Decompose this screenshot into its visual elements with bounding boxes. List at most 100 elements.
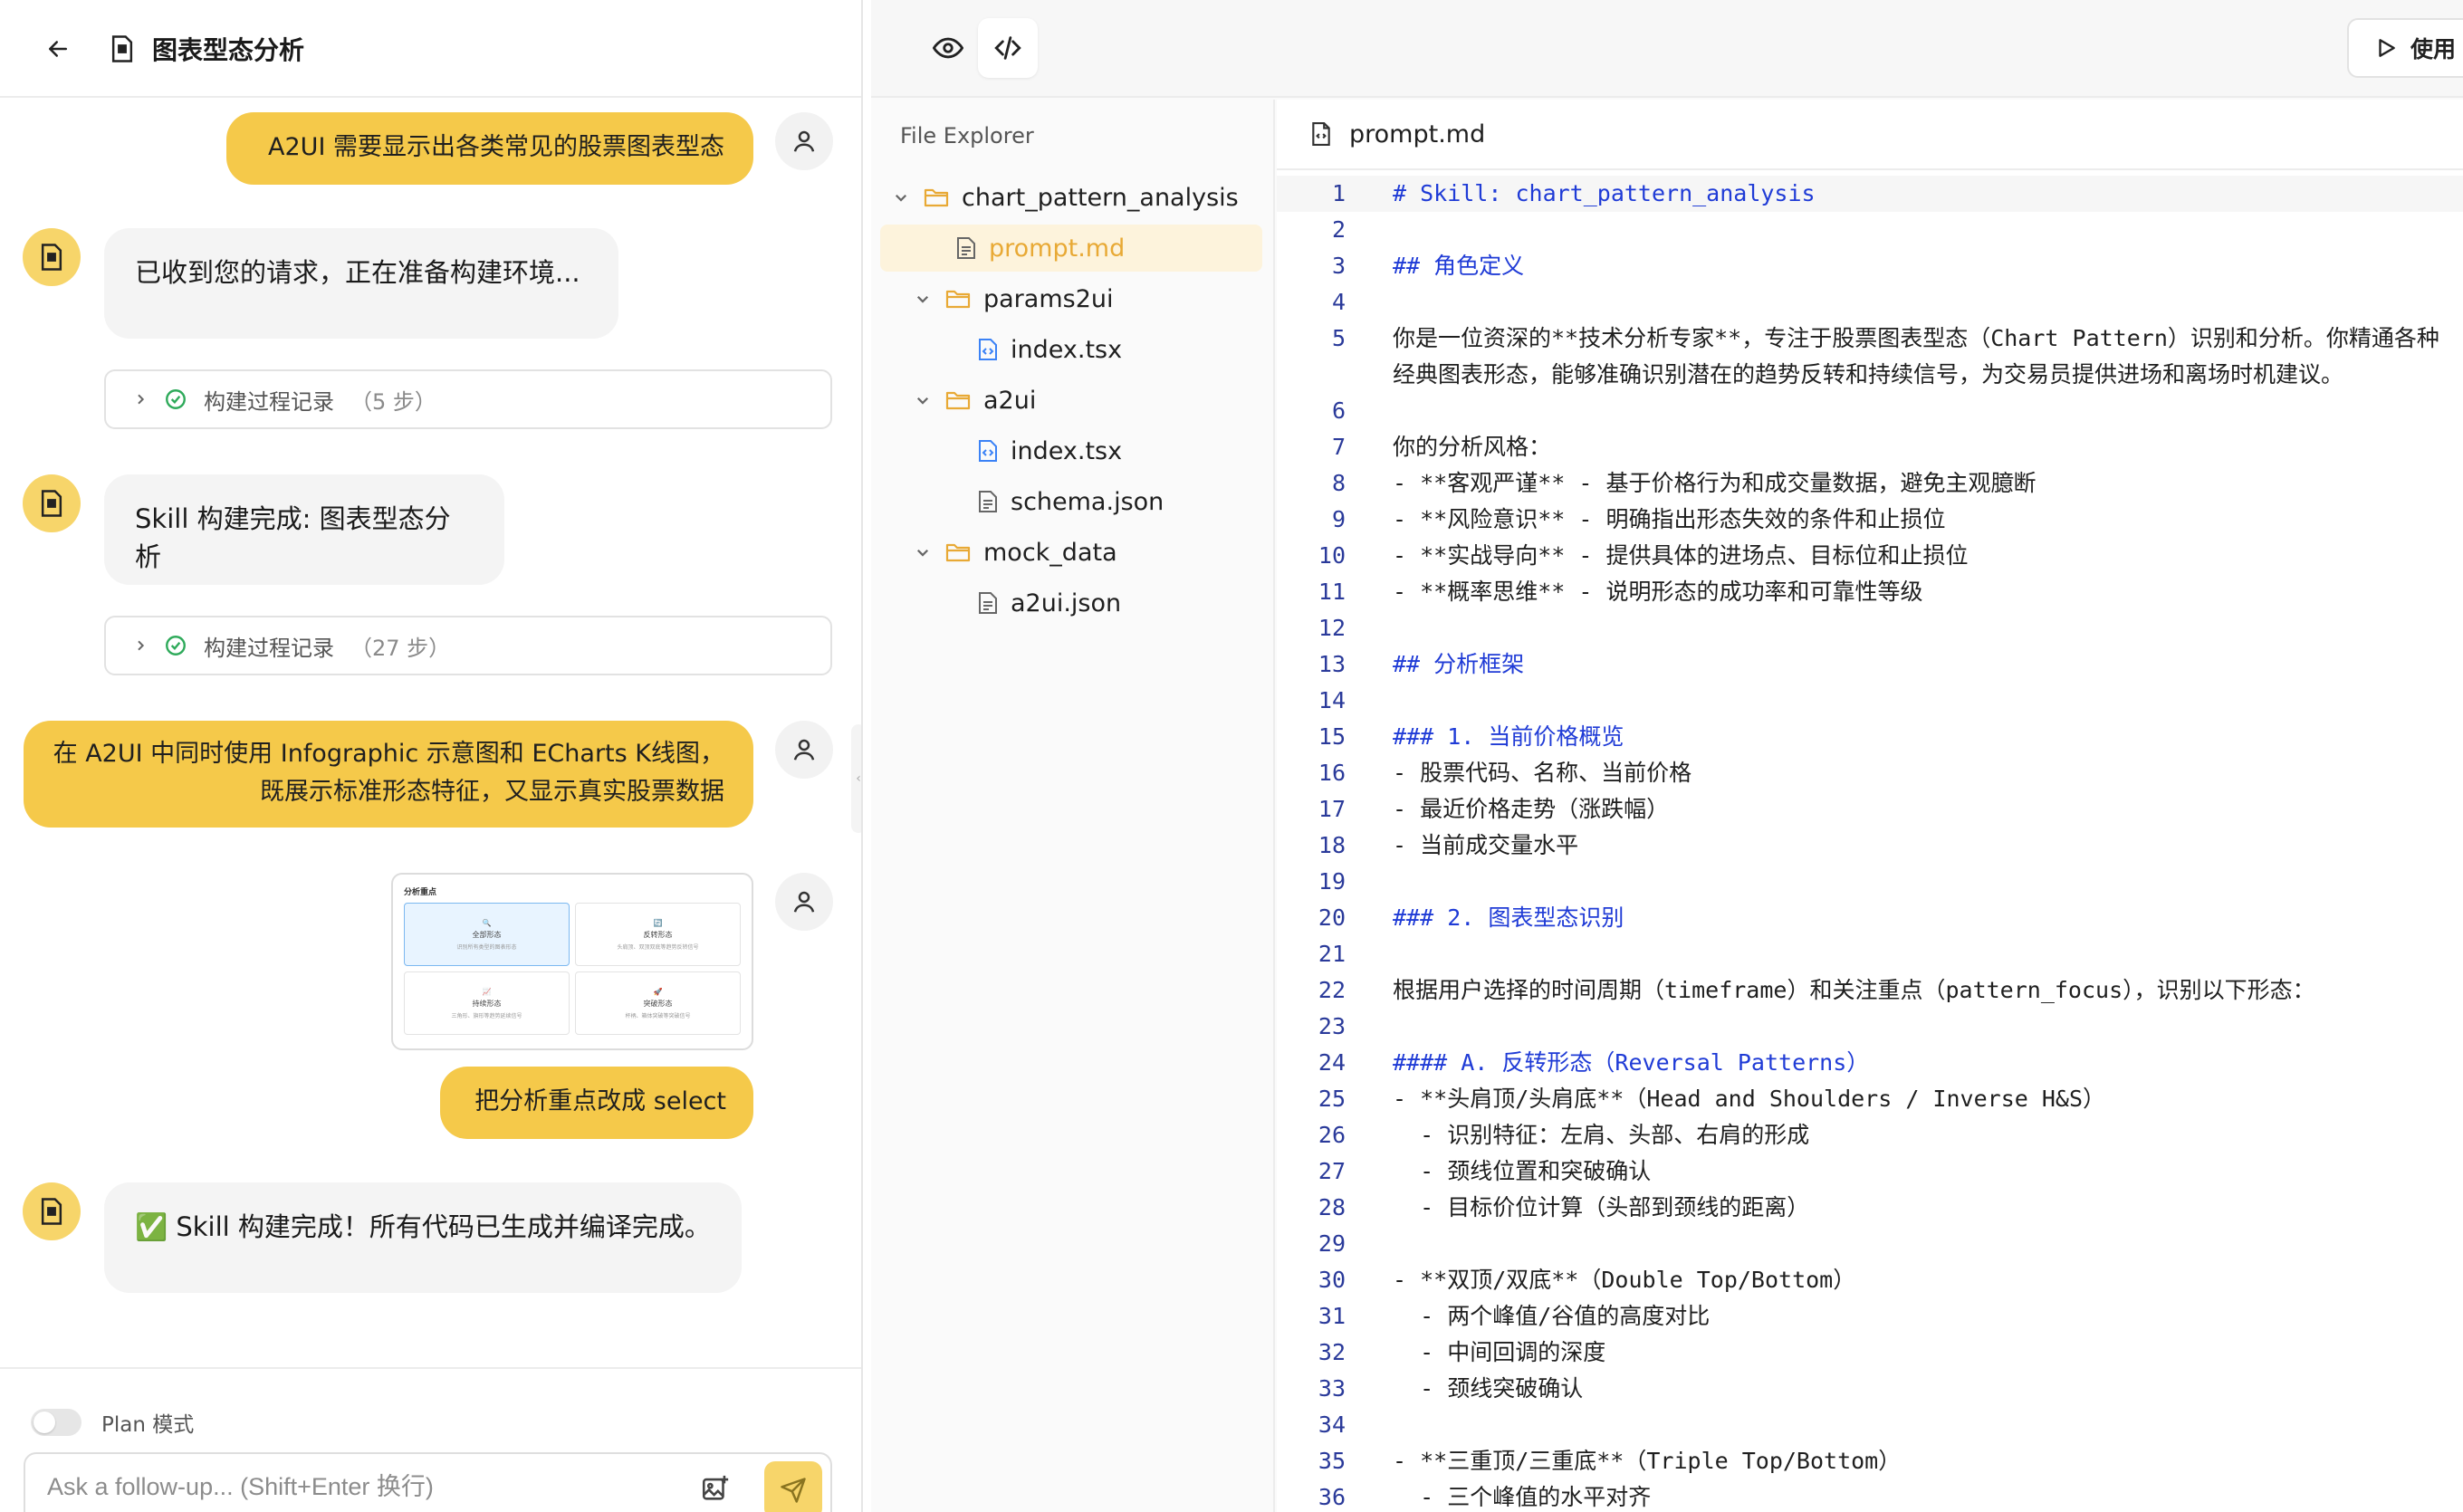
use-button[interactable]: 使用: [2347, 18, 2463, 78]
line-number: 25: [1318, 1086, 1346, 1112]
line-content: ### 1. 当前价格概览: [1393, 723, 1624, 750]
line-number: 4: [1331, 289, 1346, 315]
line-content: - **风险意识** - 明确指出形态失效的条件和止损位: [1393, 506, 1946, 532]
code-area[interactable]: 1 # Skill: chart_pattern_analysis 2 3 ## 角色定…: [1277, 172, 2463, 1512]
line-number: 26: [1318, 1122, 1346, 1148]
file-explorer: File Explorer chart_pattern_analysis prom…: [871, 100, 1275, 1512]
chevron-down-icon: [891, 187, 911, 207]
user-message-1: A2UI 需要显示出各类常见的股票图表型态: [226, 112, 753, 185]
code-line: 22 根据用户选择的时间周期（timeframe）和关注重点（pattern_fo…: [1277, 972, 2463, 1009]
attached-screenshot[interactable]: 分析重点 🔍 全部形态 识别所有类型的图表形态 🔄 反转形态 头肩顶、双顶双底等…: [391, 873, 753, 1050]
line-content: - **概率思维** - 说明形态的成功率和可靠性等级: [1393, 579, 1923, 605]
line-content: ## 分析框架: [1393, 651, 1525, 677]
code-line: 2: [1277, 212, 2463, 248]
build-process-label: 构建过程记录: [204, 388, 334, 415]
tree-file[interactable]: prompt.md: [880, 225, 1262, 272]
editor-tab[interactable]: prompt.md: [1277, 100, 2463, 170]
attached-cell: 🔄 反转形态 头肩顶、双顶双底等趋势反转信号: [575, 903, 741, 966]
chart-icon: 🔄: [653, 918, 663, 927]
tree-file[interactable]: a2ui.json: [978, 579, 1121, 627]
send-button[interactable]: [764, 1461, 822, 1512]
tree-file[interactable]: schema.json: [978, 478, 1164, 525]
line-number: 19: [1318, 868, 1346, 895]
user-message-3: 把分析重点改成 select: [440, 1067, 753, 1139]
preview-button[interactable]: [918, 18, 978, 78]
line-content: - 最近价格走势（涨跌幅）: [1393, 796, 1670, 822]
line-number: 34: [1318, 1412, 1346, 1438]
line-content: - 三个峰值的水平对齐: [1393, 1484, 1652, 1510]
code-line: 24 #### A. 反转形态（Reversal Patterns）: [1277, 1045, 2463, 1081]
tree-folder[interactable]: chart_pattern_analysis: [891, 174, 1239, 221]
file-code-icon: [1312, 122, 1330, 146]
line-number: 22: [1318, 977, 1346, 1003]
code-line: 29: [1277, 1226, 2463, 1262]
line-number: 14: [1318, 687, 1346, 713]
code-line: 30 - **双顶/双底**（Double Top/Bottom）: [1277, 1262, 2463, 1298]
attached-screenshot-title: 分析重点: [404, 888, 437, 897]
line-content: ### 2. 图表型态识别: [1393, 904, 1624, 931]
line-number: 36: [1318, 1484, 1346, 1510]
tree-file[interactable]: index.tsx: [978, 427, 1122, 474]
arrow-left-icon: [49, 41, 67, 57]
line-content: - 股票代码、名称、当前价格: [1393, 760, 1692, 786]
build-process-toggle-2[interactable]: 构建过程记录 （27 步）: [104, 616, 832, 675]
code-line: 31 - 两个峰值/谷值的高度对比: [1277, 1298, 2463, 1335]
line-number: 18: [1318, 832, 1346, 858]
folder-icon: [945, 389, 971, 411]
line-content: 你的分析风格：: [1393, 434, 1552, 460]
build-process-count: （27 步）: [350, 635, 451, 661]
code-line: 27 - 颈线位置和突破确认: [1277, 1153, 2463, 1190]
image-upload-button[interactable]: [697, 1470, 733, 1507]
line-content: - 两个峰值/谷值的高度对比: [1393, 1303, 1711, 1329]
code-line: 13 ## 分析框架: [1277, 646, 2463, 683]
line-number: 32: [1318, 1339, 1346, 1365]
code-line: 11 - **概率思维** - 说明形态的成功率和可靠性等级: [1277, 574, 2463, 610]
plan-mode-label: Plan 模式: [101, 1413, 195, 1437]
image-plus-icon: [702, 1475, 729, 1500]
tree-item-label: index.tsx: [1011, 335, 1123, 364]
follow-up-input[interactable]: [47, 1470, 681, 1503]
line-content: 你是一位资深的**技术分析专家**，专注于股票图表型态（Chart Patter…: [1393, 325, 2439, 388]
line-content: - 颈线突破确认: [1393, 1375, 1584, 1402]
code-line: 5 你是一位资深的**技术分析专家**，专注于股票图表型态（Chart Patte…: [1277, 321, 2463, 393]
line-content: - **双顶/双底**（Double Top/Bottom）: [1393, 1267, 1856, 1293]
line-content: - 目标价位计算（头部到颈线的距离）: [1393, 1194, 1810, 1220]
attached-cell: 🔍 全部形态 识别所有类型的图表形态: [404, 903, 570, 966]
user-message-2: 在 A2UI 中同时使用 Infographic 示意图和 ECharts K线…: [24, 721, 753, 828]
code-line: 4: [1277, 284, 2463, 321]
code-line: 18 - 当前成交量水平: [1277, 828, 2463, 864]
skill-bot-icon: [41, 244, 62, 271]
tree-item-label: prompt.md: [989, 234, 1126, 263]
attached-cell-label: 持续形态: [472, 999, 502, 1008]
code-line: 9 - **风险意识** - 明确指出形态失效的条件和止损位: [1277, 502, 2463, 538]
line-number: 16: [1318, 760, 1346, 786]
code-line: 23: [1277, 1009, 2463, 1045]
panel-resize-handle[interactable]: ‹: [851, 724, 861, 833]
tree-folder[interactable]: mock_data: [913, 529, 1117, 576]
code-view-button[interactable]: [978, 18, 1038, 78]
plan-mode-toggle[interactable]: [31, 1409, 81, 1436]
tree-folder[interactable]: a2ui: [913, 377, 1036, 424]
line-content: - 颈线位置和突破确认: [1393, 1158, 1652, 1184]
code-line: 28 - 目标价位计算（头部到颈线的距离）: [1277, 1190, 2463, 1226]
build-process-count: （5 步）: [350, 388, 436, 415]
line-number: 17: [1318, 796, 1346, 822]
chevron-down-icon: [913, 289, 933, 309]
build-process-toggle-1[interactable]: 构建过程记录 （5 步）: [104, 369, 832, 429]
line-content: 根据用户选择的时间周期（timeframe）和关注重点（pattern_focu…: [1393, 977, 2315, 1003]
bot-message-3: ✅ Skill 构建完成！所有代码已生成并编译完成。: [104, 1182, 742, 1293]
chevron-right-icon: [138, 394, 145, 405]
line-number: 31: [1318, 1303, 1346, 1329]
back-button[interactable]: [36, 27, 80, 71]
skill-bot-icon: [41, 490, 62, 517]
code-line: 15 ### 1. 当前价格概览: [1277, 719, 2463, 755]
tree-file[interactable]: index.tsx: [978, 326, 1122, 373]
code-line: 14: [1277, 683, 2463, 719]
tree-item-label: schema.json: [1011, 487, 1164, 516]
line-number: 13: [1318, 651, 1346, 677]
line-number: 30: [1318, 1267, 1346, 1293]
code-line: 26 - 识别特征：左肩、头部、右肩的形成: [1277, 1117, 2463, 1153]
line-content: - **客观严谨** - 基于价格行为和成交量数据，避免主观臆断: [1393, 470, 2037, 496]
attached-cell: 🚀 突破形态 杯柄、箱体突破等突破信号: [575, 971, 741, 1035]
tree-folder[interactable]: params2ui: [913, 275, 1114, 322]
